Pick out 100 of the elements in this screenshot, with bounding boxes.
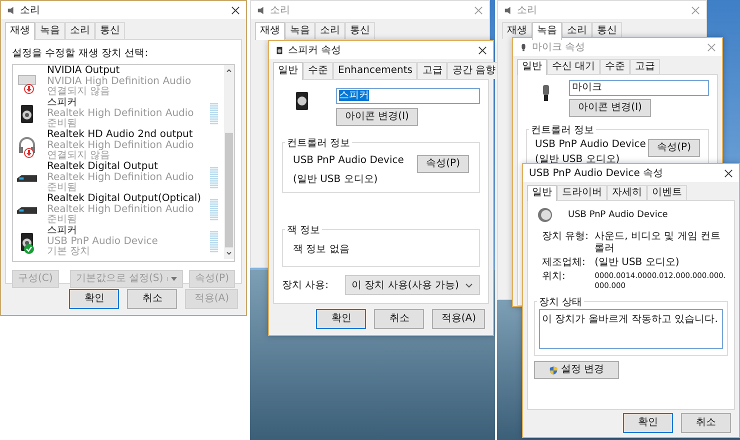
device-driver: Realtek High Definition Audio (47, 140, 195, 151)
tab[interactable]: 녹음 (532, 22, 562, 40)
device-status: 준비됨 (47, 183, 77, 194)
usage-label: 장치 사용: (282, 279, 329, 292)
unplugged-icon (24, 84, 34, 94)
device-row[interactable]: Realtek Digital Output Realtek High Definition Audio 준비됨 (17, 162, 224, 194)
name-field[interactable]: 스피커 (336, 88, 480, 104)
controller-vendor: (일반 USB 오디오) (293, 173, 379, 186)
group-title: 컨트롤러 정보 (529, 123, 596, 137)
controller-vendor: (일반 USB 오디오) (535, 153, 621, 166)
window-title: 소리 (270, 4, 291, 17)
controller-name: USB PnP Audio Device (535, 139, 647, 150)
status-text: 이 장치가 올바르게 작동하고 있습니다. (542, 314, 718, 325)
device-driver: Realtek High Definition Audio (47, 108, 195, 119)
tab[interactable]: 재생 (255, 22, 285, 40)
group-title: 컨트롤러 정보 (285, 136, 352, 150)
device-row[interactable]: 스피커 USB PnP Audio Device 기본 장치 (17, 226, 224, 258)
properties-button[interactable]: 속성(P) (417, 155, 469, 173)
device-status: 준비됨 (47, 119, 77, 130)
device-status: 연결되지 않음 (47, 87, 112, 98)
tab[interactable]: 일반 (527, 185, 557, 201)
tab[interactable]: 수준 (600, 59, 630, 74)
tab[interactable]: 통신 (95, 22, 125, 39)
jack-info-text: 잭 정보 없음 (293, 243, 350, 256)
close-icon[interactable] (478, 46, 487, 54)
controller-name: USB PnP Audio Device (293, 155, 405, 166)
device-status: 연결되지 않음 (47, 151, 110, 162)
tab[interactable]: 자세히 (607, 185, 647, 200)
close-icon[interactable] (724, 168, 733, 178)
speaker-icon (504, 6, 513, 14)
device-name: NVIDIA Output (47, 66, 120, 76)
dialog-button[interactable]: 확인 (623, 413, 673, 433)
dialog-button[interactable]: 취소 (127, 289, 178, 309)
dialog-button[interactable]: 적용(A) (432, 309, 485, 329)
scrollbar[interactable] (224, 65, 234, 259)
close-icon[interactable] (231, 6, 240, 14)
audio-device-icon (17, 206, 37, 214)
device-status: 준비됨 (47, 215, 78, 226)
speaker-icon (7, 6, 16, 14)
dialog-button[interactable]: 취소 (374, 309, 424, 329)
speaker-icon (275, 46, 284, 54)
status-textbox[interactable]: 이 장치가 올바르게 작동하고 있습니다. (539, 309, 723, 349)
device-name: 스피커 (47, 226, 78, 236)
window-title: 마이크 속성 (532, 41, 586, 54)
device-driver: Realtek High Definition Audio (47, 204, 195, 215)
tab[interactable]: 재생 (502, 22, 532, 39)
tab[interactable]: 녹음 (35, 22, 65, 39)
change-icon-button[interactable]: 아이콘 변경(I) (336, 108, 418, 126)
tab[interactable]: 고급 (630, 59, 660, 74)
device-row[interactable]: NVIDIA Output NVIDIA High Definition Audio 연결되지 않음 (17, 66, 224, 98)
shield-icon (549, 366, 558, 374)
tab[interactable]: 통신 (345, 22, 375, 39)
name-field[interactable]: 마이크 (569, 80, 709, 96)
device-row[interactable]: Realtek HD Audio 2nd output Realtek High Definition Audio 연결되지 않음 (17, 130, 224, 162)
property-label: 위치: (542, 271, 566, 284)
tab[interactable]: 일반 (273, 62, 303, 80)
instruction-text: 설정을 수정할 재생 장치 선택: (12, 47, 150, 60)
microphone-icon (519, 42, 528, 52)
device-row[interactable]: Realtek Digital Output(Optical) Realtek High Definition Audio 준비됨 (17, 194, 224, 226)
tab[interactable]: 일반 (517, 59, 547, 75)
tab[interactable]: 재생 (5, 22, 35, 40)
tab[interactable]: 수준 (303, 62, 333, 79)
tab[interactable]: 고급 (417, 62, 448, 79)
window-title: 소리 (517, 4, 538, 17)
speaker-icon (257, 6, 266, 14)
tab[interactable]: 이벤트 (647, 185, 687, 200)
device-name: 스피커 (47, 98, 77, 108)
device-status: 기본 장치 (47, 247, 92, 258)
headphones-icon (17, 136, 37, 156)
property-value: 사운드, 비디오 및 게임 컨트롤러 (594, 231, 722, 255)
properties-button[interactable]: 속성(P) (648, 139, 700, 157)
change-settings-button[interactable]: 설정 변경 (534, 361, 620, 379)
device-driver: Realtek High Definition Audio (47, 172, 195, 183)
property-label: 장치 유형: (542, 231, 589, 244)
property-label: 제조업체: (542, 257, 586, 269)
usage-dropdown[interactable]: 이 장치 사용(사용 가능) (344, 275, 480, 295)
device-row[interactable]: 스피커 Realtek High Definition Audio 준비됨 (17, 98, 224, 130)
tab[interactable]: 녹음 (285, 22, 315, 39)
window-title: 스피커 속성 (288, 44, 342, 57)
device-name: Realtek Digital Output (47, 162, 158, 172)
group-title: 잭 정보 (285, 223, 322, 237)
tab[interactable]: 수신 대기 (547, 59, 600, 74)
caret-icon (171, 277, 178, 281)
tab[interactable]: 드라이버 (557, 185, 607, 200)
dialog-button[interactable]: 취소 (681, 413, 731, 433)
chevron-icon (465, 282, 473, 288)
tab[interactable]: Enhancements (333, 62, 418, 79)
tab[interactable]: 소리 (315, 22, 345, 39)
window-title: USB PnP Audio Device 속성 (529, 167, 664, 180)
device-driver: NVIDIA High Definition Audio (47, 76, 192, 87)
dialog-button[interactable]: 확인 (316, 309, 366, 329)
device-name: Realtek HD Audio 2nd output (47, 130, 193, 140)
check-icon (24, 244, 34, 254)
device-name: Realtek Digital Output(Optical) (47, 194, 202, 204)
change-icon-button[interactable]: 아이콘 변경(I) (569, 99, 651, 117)
group-title: 장치 상태 (537, 295, 584, 309)
dialog-button[interactable]: 확인 (69, 289, 120, 309)
device-name: USB PnP Audio Device (568, 210, 668, 220)
device-driver: USB PnP Audio Device (47, 236, 159, 247)
tab[interactable]: 소리 (65, 22, 95, 39)
